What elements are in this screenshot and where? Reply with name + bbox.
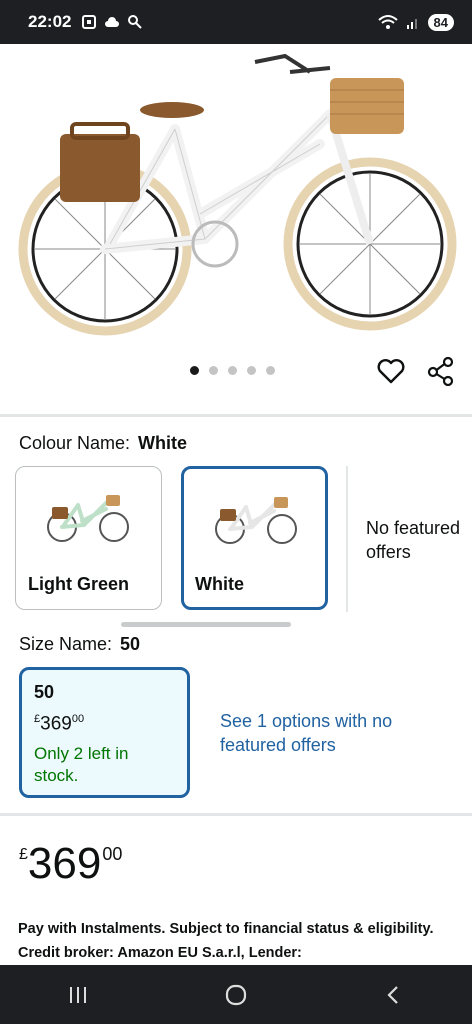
gallery-dot[interactable] (247, 366, 256, 375)
colour-name-label: Colour Name: White (19, 433, 188, 453)
size-option-size: 50 (34, 682, 55, 702)
signal-icon (406, 19, 417, 29)
battery-indicator: 84 (427, 13, 454, 31)
colour-scroll-indicator[interactable] (121, 622, 291, 627)
price-whole: 369 (27, 839, 102, 888)
price-currency: £ (19, 846, 28, 863)
clock: 22:02 (28, 12, 72, 31)
gallery-dot[interactable] (266, 366, 275, 375)
search-status-icon (128, 15, 143, 29)
colour-option-light-green[interactable]: Light Green (15, 466, 162, 610)
home-icon[interactable] (223, 982, 249, 1008)
status-bar: 22:02 84 (0, 0, 472, 44)
divider (0, 813, 472, 816)
size-selected-value: 50 (120, 634, 141, 654)
heart-icon[interactable] (376, 356, 406, 386)
colour-option-white[interactable]: White (181, 466, 328, 610)
see-options-link[interactable]: See 1 options with no featured offers (220, 709, 420, 757)
stock-status: Only 2 left in stock. (34, 744, 129, 786)
system-navigation-bar (0, 965, 472, 1024)
colour-option-label: Light Green (28, 574, 130, 594)
product-price: £ 369 00 (19, 842, 122, 886)
light-green-bike-thumbnail (47, 495, 129, 542)
price-fraction: 00 (102, 844, 123, 864)
size-option-price: £36900 (34, 713, 85, 735)
instalments-text: Pay with Instalments. Subject to financi… (18, 921, 434, 961)
no-featured-offers-text: No featured offers (366, 518, 461, 562)
share-icon[interactable] (426, 356, 456, 386)
screenshot-icon (82, 15, 97, 29)
colour-selected-value: White (138, 433, 188, 453)
size-name-label: Size Name: 50 (19, 634, 141, 654)
product-image[interactable] (0, 44, 472, 344)
gallery-dot[interactable] (209, 366, 218, 375)
size-option-50[interactable]: 50 £36900 Only 2 left in stock. (19, 667, 190, 798)
white-bike-thumbnail (215, 497, 297, 544)
bicycle-image (18, 53, 457, 336)
wifi-icon (377, 15, 398, 29)
recent-apps-icon[interactable] (66, 983, 90, 1007)
vertical-divider (346, 466, 348, 612)
back-icon[interactable] (382, 983, 406, 1007)
gallery-dot[interactable] (228, 366, 237, 375)
divider (0, 414, 472, 417)
colour-option-label: White (195, 574, 244, 594)
gallery-pagination (190, 366, 275, 375)
cloud-icon (105, 17, 120, 27)
gallery-dot[interactable] (190, 366, 199, 375)
